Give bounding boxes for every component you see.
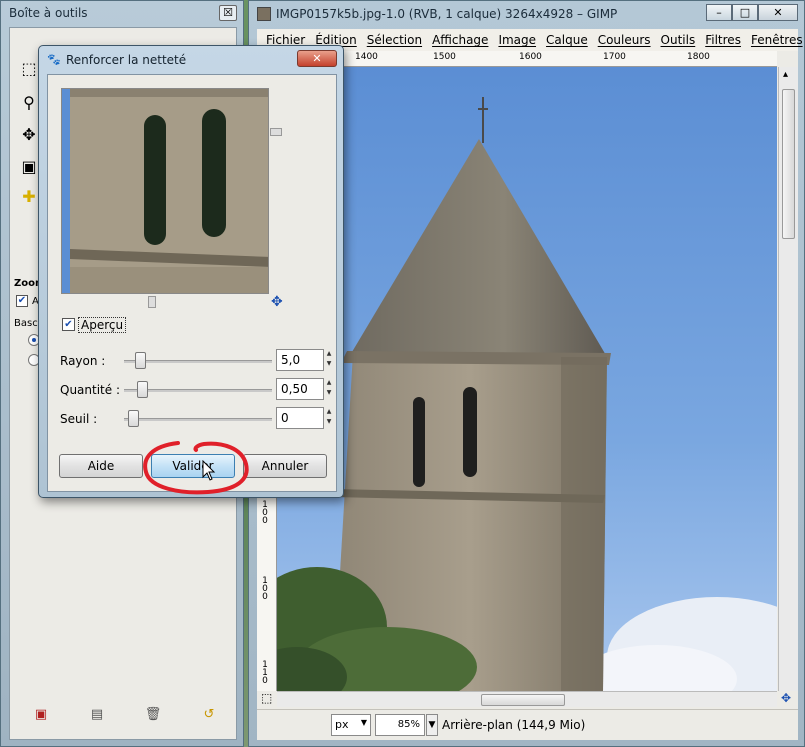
delete-options-icon[interactable]: 🗑 (144, 707, 162, 723)
navigate-icon[interactable]: ✥ (781, 691, 791, 705)
dialog-close-button[interactable]: ✕ (297, 50, 337, 67)
unit-value: px (335, 718, 349, 731)
reset-options-icon[interactable]: ↺ (200, 707, 218, 723)
window-controls: – □ ✕ (706, 4, 798, 21)
gimp-app-icon (257, 7, 271, 21)
zoom-chevron-down-icon[interactable]: ▼ (426, 714, 438, 736)
menu-filtres[interactable]: Filtres (700, 33, 746, 47)
preview-navigate-icon[interactable]: ✥ (271, 294, 283, 310)
toolbox-close-button[interactable]: ☒ (219, 5, 237, 21)
preview-vertical-scrollbar[interactable] (270, 88, 282, 294)
ruler-tick: 1500 (433, 52, 456, 62)
radius-input[interactable]: 5,0 (276, 349, 324, 371)
menu-image[interactable]: Image (493, 33, 541, 47)
gimp-dialog-icon: 🐾 (47, 53, 61, 66)
quick-mask-icon[interactable]: ⬚ (261, 691, 272, 705)
zoom-input[interactable]: 85% (375, 714, 425, 736)
annotation-circle (143, 441, 249, 495)
horizontal-scroll-thumb[interactable] (481, 694, 565, 706)
unit-chevron-down-icon: ▼ (360, 718, 367, 727)
heal-tool-icon[interactable]: ✚ (18, 186, 40, 208)
blend-tool-icon[interactable]: ▣ (18, 156, 40, 178)
menu-fenetres[interactable]: Fenêtres (746, 33, 805, 47)
scroll-up-icon[interactable]: ▴ (783, 69, 788, 80)
status-bar: px ▼ 85% ▼ Arrière-plan (144,9 Mio) (257, 709, 798, 739)
save-options-icon[interactable]: ▣ (32, 707, 50, 723)
vruler-digit: 0 (262, 592, 268, 602)
rect-select-icon[interactable]: ⬚ (18, 58, 40, 80)
move-tool-icon[interactable]: ✥ (18, 124, 40, 146)
image-canvas[interactable] (277, 67, 777, 691)
preview-area[interactable] (61, 88, 269, 294)
threshold-label: Seuil : (60, 412, 98, 426)
layer-info: Arrière-plan (144,9 Mio) (442, 718, 586, 732)
help-button[interactable]: Aide (59, 454, 143, 478)
menu-affichage[interactable]: Affichage (427, 33, 493, 47)
menu-couleurs[interactable]: Couleurs (593, 33, 656, 47)
cancel-button-label: Annuler (261, 459, 309, 473)
preview-image (62, 89, 268, 293)
radius-spin-buttons[interactable]: ▲ ▼ (324, 349, 334, 371)
preview-hscroll-thumb[interactable] (148, 296, 156, 308)
vruler-digit: 0 (262, 516, 268, 526)
ruler-tick: 1700 (603, 52, 626, 62)
cancel-button[interactable]: Annuler (243, 454, 327, 478)
ruler-tick: 1400 (355, 52, 378, 62)
preview-checkbox[interactable]: ✔ (62, 318, 75, 331)
ruler-tick: 1800 (687, 52, 710, 62)
radius-slider[interactable] (124, 360, 272, 363)
toolbox-checkbox[interactable]: ✔ (16, 295, 28, 307)
toolbox-title: Boîte à outils (9, 6, 88, 20)
radius-slider-thumb[interactable] (135, 352, 147, 369)
church-tower-photo (277, 97, 777, 691)
threshold-input[interactable]: 0 (276, 407, 324, 429)
amount-slider-thumb[interactable] (136, 381, 148, 398)
menu-outils[interactable]: Outils (656, 33, 701, 47)
vruler-digit: 0 (262, 676, 268, 686)
preview-checkbox-label[interactable]: Aperçu (78, 317, 127, 333)
dialog-body: ✥ ✔ Aperçu Rayon : 5,0 ▲ ▼ Quantité : 0,5… (47, 74, 337, 492)
minimize-button[interactable]: – (706, 4, 732, 21)
vertical-scroll-thumb[interactable] (782, 89, 795, 239)
radius-label: Rayon : (60, 354, 106, 368)
amount-label: Quantité : (60, 383, 120, 397)
menu-calque[interactable]: Calque (541, 33, 593, 47)
unit-select[interactable]: px ▼ (331, 714, 371, 736)
horizontal-ruler[interactable]: 1400 1500 1600 1700 1800 (277, 51, 777, 67)
fuzzy-select-icon[interactable]: ⚲ (18, 92, 40, 114)
ruler-tick: 1600 (519, 52, 542, 62)
menu-selection[interactable]: Sélection (362, 33, 427, 47)
restore-options-icon[interactable]: ▤ (88, 707, 106, 723)
mouse-cursor-icon (202, 460, 216, 481)
vertical-scrollbar[interactable]: ▴ (778, 67, 798, 691)
amount-input[interactable]: 0,50 (276, 378, 324, 400)
sharpen-dialog: 🐾 Renforcer la netteté ✕ ✥ ✔ Aperçu Rayo… (38, 45, 344, 498)
close-window-button[interactable]: ✕ (758, 4, 798, 21)
amount-spin-buttons[interactable]: ▲ ▼ (324, 378, 334, 400)
threshold-slider[interactable] (124, 418, 272, 421)
preview-horizontal-scrollbar[interactable] (61, 295, 269, 309)
help-button-label: Aide (87, 459, 115, 473)
threshold-slider-thumb[interactable] (128, 410, 139, 427)
image-window-title: IMGP0157k5b.jpg-1.0 (RVB, 1 calque) 3264… (276, 7, 618, 21)
dialog-title: Renforcer la netteté (66, 53, 187, 67)
preview-vscroll-thumb[interactable] (270, 128, 282, 136)
maximize-button[interactable]: □ (732, 4, 758, 21)
horizontal-scrollbar[interactable] (277, 691, 777, 707)
threshold-spin-buttons[interactable]: ▲ ▼ (324, 407, 334, 429)
